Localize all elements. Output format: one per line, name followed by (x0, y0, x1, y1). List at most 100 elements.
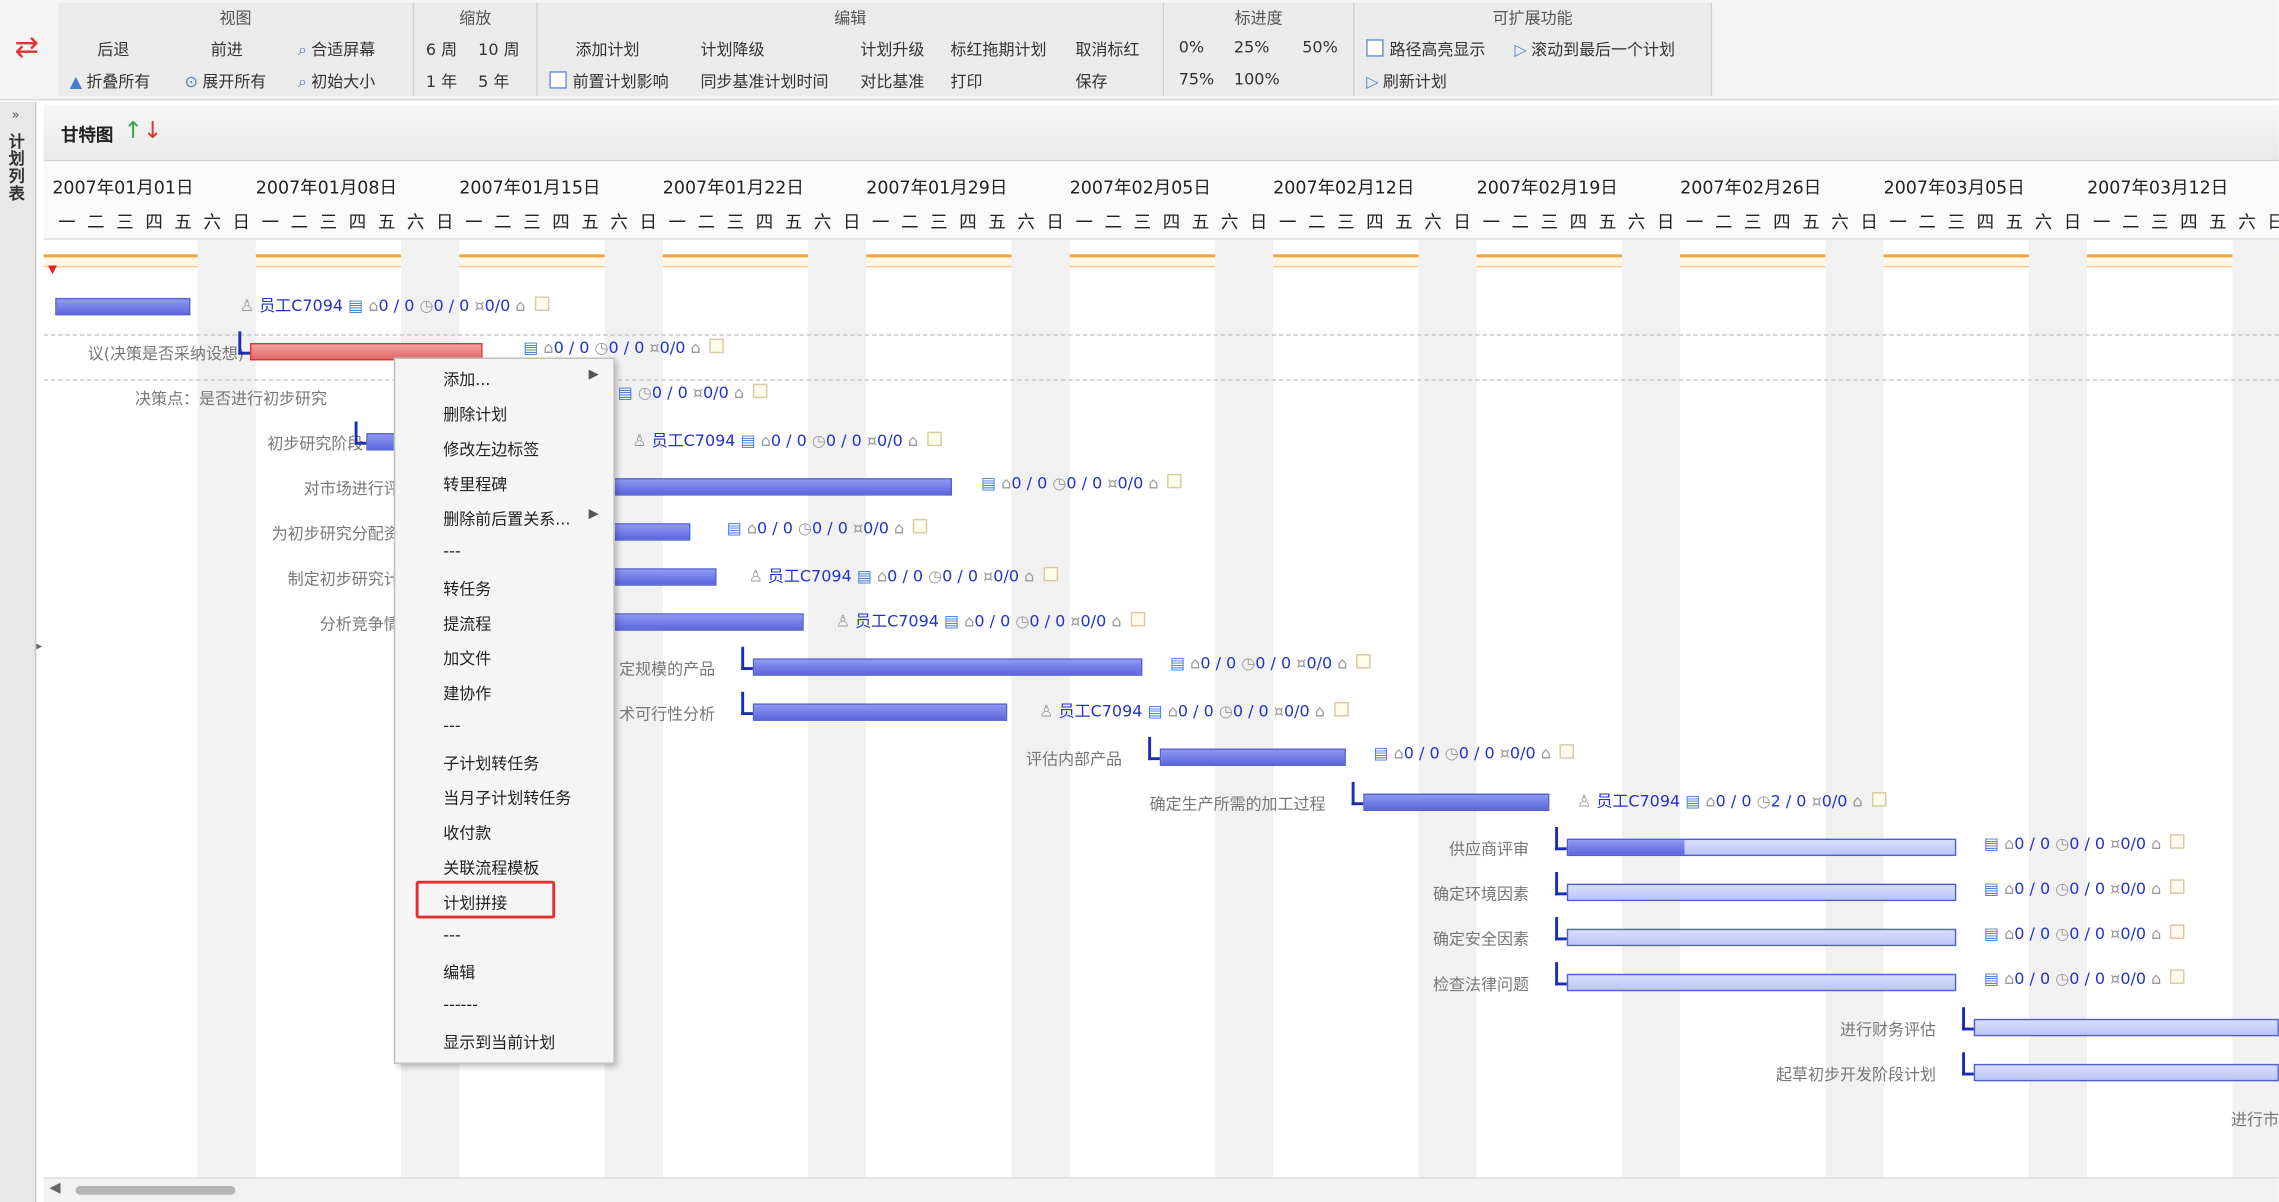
task-bar[interactable] (603, 523, 691, 541)
checkbox[interactable] (1366, 39, 1384, 57)
note-icon[interactable] (752, 383, 768, 399)
progress-25[interactable]: 25% (1234, 38, 1270, 57)
collapse-all-button[interactable]: ▲ 折叠所有 (70, 70, 151, 93)
note-icon[interactable] (534, 296, 549, 312)
forward-button[interactable]: 前进 (211, 38, 243, 61)
collapse-handle-icon[interactable]: ▸ (36, 639, 42, 652)
note-icon[interactable] (1559, 744, 1575, 759)
task-bar[interactable] (1566, 928, 1957, 947)
progress-50[interactable]: 50% (1302, 38, 1338, 57)
scroll-to-last-button[interactable]: ▷ 滚动到最后一个计划 (1514, 38, 1675, 61)
zoom-10-weeks[interactable]: 10 周 (478, 38, 519, 61)
menu-item[interactable]: 收付款 (443, 821, 491, 844)
note-icon[interactable] (1130, 611, 1145, 627)
back-button[interactable]: 后退 (97, 38, 129, 61)
swap-icon[interactable]: ⇄ (15, 29, 39, 64)
assignee-link[interactable]: 员工C7094 (652, 432, 736, 451)
document-icon[interactable]: ▤ (1680, 792, 1705, 811)
task-bar[interactable] (366, 433, 396, 451)
note-icon[interactable] (912, 518, 928, 534)
menu-item[interactable]: 转任务 (443, 577, 491, 600)
refresh-plan-button[interactable]: ▷ 刷新计划 (1366, 70, 1447, 93)
note-icon[interactable] (1042, 566, 1058, 582)
demote-plan-button[interactable]: 计划降级 (701, 38, 765, 61)
note-icon[interactable] (2170, 969, 2185, 984)
menu-item[interactable]: 当月子计划转任务 (443, 786, 571, 809)
document-icon[interactable]: ▤ (343, 296, 368, 315)
task-bar[interactable] (603, 568, 717, 586)
note-icon[interactable] (1333, 701, 1349, 717)
note-icon[interactable] (1356, 654, 1371, 669)
menu-item[interactable]: 关联流程模板 (443, 856, 539, 879)
sort-arrows-icon[interactable]: ↑↓ (124, 116, 163, 144)
document-icon[interactable]: ▤ (1373, 744, 1393, 763)
note-icon[interactable] (2170, 834, 2185, 849)
document-icon[interactable]: ▤ (618, 384, 638, 403)
assignee-link[interactable]: 员工C7094 (1059, 702, 1143, 721)
assignee-link[interactable]: 员工C7094 (768, 567, 852, 586)
zoom-5-years[interactable]: 5 年 (478, 70, 509, 93)
note-icon[interactable] (1167, 473, 1182, 489)
document-icon[interactable]: ▤ (981, 474, 1001, 493)
zoom-6-weeks[interactable]: 6 周 (426, 38, 457, 61)
document-icon[interactable]: ▤ (735, 432, 760, 451)
progress-100[interactable]: 100% (1234, 70, 1280, 89)
note-icon[interactable] (2170, 924, 2185, 939)
document-icon[interactable]: ▤ (939, 612, 964, 631)
document-icon[interactable]: ▤ (852, 567, 877, 586)
task-bar[interactable] (1363, 793, 1550, 811)
task-bar[interactable] (603, 478, 952, 496)
task-bar[interactable] (1973, 1063, 2279, 1082)
assignee-link[interactable]: 员工C7094 (1596, 792, 1680, 811)
initial-size-button[interactable]: ⌕ 初始大小 (298, 70, 375, 93)
task-bar[interactable] (1566, 973, 1957, 992)
menu-item[interactable]: --- (443, 926, 460, 945)
document-icon[interactable]: ▤ (727, 519, 747, 538)
menu-item[interactable]: ------ (443, 996, 478, 1015)
note-icon[interactable] (1871, 792, 1886, 807)
document-icon[interactable]: ▤ (1170, 654, 1190, 673)
progress-75[interactable]: 75% (1179, 70, 1215, 89)
document-icon[interactable]: ▤ (1984, 834, 2004, 853)
task-bar[interactable] (752, 658, 1143, 676)
menu-item[interactable]: 编辑 (443, 961, 475, 984)
menu-item[interactable]: 加文件 (443, 647, 491, 670)
menu-item[interactable]: 添加... ▶ (443, 368, 598, 391)
menu-item[interactable]: 删除计划 (443, 403, 507, 426)
menu-item[interactable]: --- (443, 542, 460, 561)
task-bar[interactable] (1566, 883, 1957, 902)
document-icon[interactable]: ▤ (1984, 879, 2004, 898)
print-button[interactable]: 打印 (951, 70, 983, 93)
menu-item[interactable]: 修改左边标签 (443, 437, 539, 460)
assignee-link[interactable]: 员工C7094 (259, 296, 343, 315)
scroll-thumb[interactable] (75, 1185, 236, 1195)
unmark-red-button[interactable]: 取消标红 (1076, 38, 1140, 61)
document-icon[interactable]: ▤ (1142, 702, 1167, 721)
task-bar[interactable] (55, 297, 191, 316)
document-icon[interactable]: ▤ (523, 339, 543, 358)
progress-0[interactable]: 0% (1179, 38, 1204, 57)
fit-screen-button[interactable]: ⌕ 合适屏幕 (298, 38, 375, 61)
scroll-left-icon[interactable]: ◀ (49, 1180, 60, 1196)
menu-item[interactable]: 子计划转任务 (443, 751, 539, 774)
compare-baseline-button[interactable]: 对比基准 (860, 70, 924, 93)
horizontal-scrollbar[interactable]: ◀ (43, 1177, 2279, 1202)
expand-all-button[interactable]: ⊙ 展开所有 (185, 70, 267, 93)
mark-delayed-button[interactable]: 标红拖期计划 (951, 38, 1047, 61)
task-bar[interactable] (1566, 838, 1957, 857)
note-icon[interactable] (709, 338, 724, 354)
task-bar[interactable] (603, 613, 804, 631)
expand-arrow-icon[interactable]: » (12, 109, 20, 124)
menu-item[interactable]: 转里程碑 (443, 472, 507, 495)
assignee-link[interactable]: 员工C7094 (855, 612, 939, 631)
save-button[interactable]: 保存 (1076, 70, 1108, 93)
menu-item[interactable]: 删除前后置关系... ▶ (443, 507, 598, 530)
task-bar[interactable] (1973, 1018, 2279, 1037)
path-highlight-checkbox[interactable]: 路径高亮显示 (1366, 38, 1485, 61)
note-icon[interactable] (926, 431, 942, 447)
plan-list-tab[interactable]: » 计划列表 ▸ (0, 101, 42, 1202)
document-icon[interactable]: ▤ (1984, 924, 2004, 943)
document-icon[interactable]: ▤ (1984, 969, 2004, 988)
upgrade-plan-button[interactable]: 计划升级 (860, 38, 924, 61)
menu-item[interactable]: 提流程 (443, 612, 491, 635)
